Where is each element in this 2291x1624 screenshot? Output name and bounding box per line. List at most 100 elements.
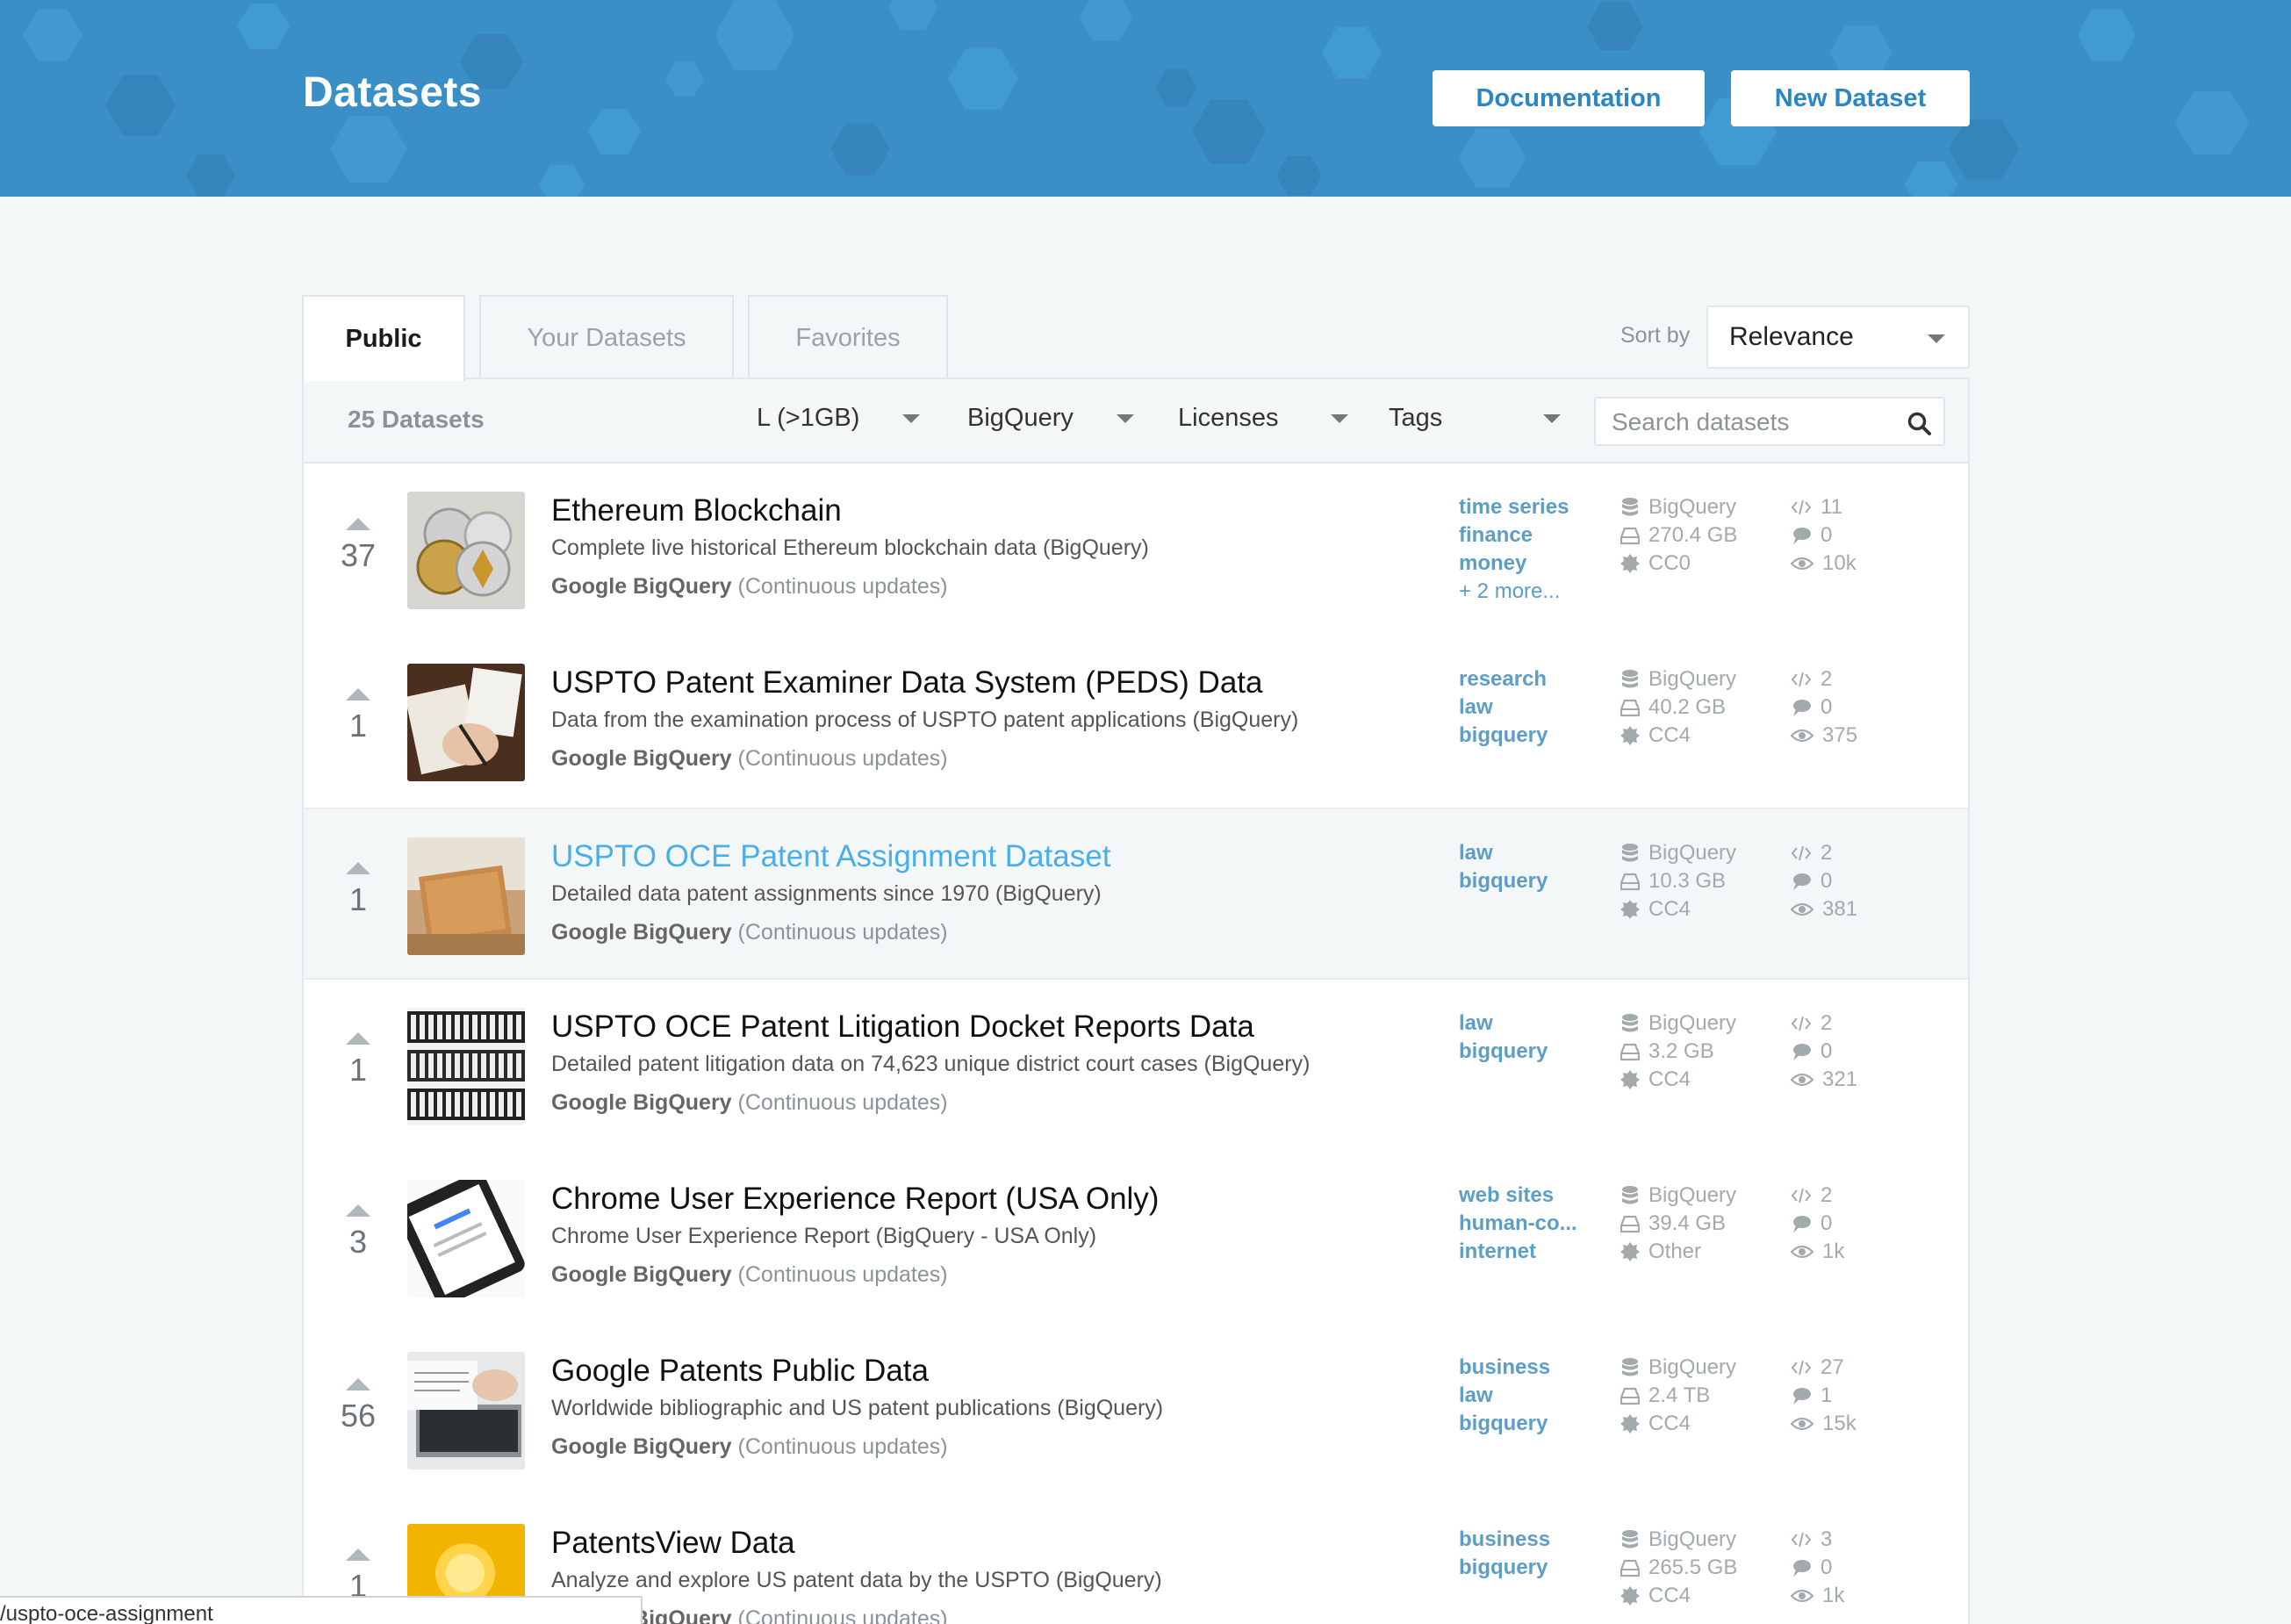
tag-link[interactable]: business [1459,1526,1591,1554]
chevron-down-icon [1331,414,1348,423]
update-frequency: (Continuous updates) [737,1090,948,1115]
tag-link[interactable]: finance [1459,521,1591,550]
tag-link[interactable]: law [1459,1010,1591,1038]
kernel-count[interactable]: 27 [1791,1354,1914,1382]
search-input[interactable]: Search datasets [1594,397,1945,446]
tags-filter[interactable]: Tags [1389,404,1561,433]
comment-count[interactable]: 0 [1791,867,1914,895]
dataset-thumbnail[interactable] [407,1180,525,1297]
dataset-owner[interactable]: Google BigQuery [551,1090,732,1115]
dataset-owner[interactable]: Google BigQuery [551,574,732,599]
tag-link[interactable]: time series [1459,493,1591,521]
dataset-row[interactable]: 3 Chrome User Experience Report (USA Only… [304,1152,1968,1324]
comment-count[interactable]: 1 [1791,1382,1914,1410]
dataset-size: 3.2 GB [1620,1038,1752,1066]
comment-count[interactable]: 0 [1791,1554,1914,1582]
dataset-thumbnail[interactable] [407,1008,525,1125]
more-tags-link[interactable]: + 2 more... [1459,578,1591,606]
dataset-owner[interactable]: Google BigQuery [551,1434,732,1459]
tag-link[interactable]: human-co... [1459,1210,1591,1238]
search-placeholder: Search datasets [1612,408,1790,435]
dataset-thumbnail[interactable] [407,1352,525,1470]
upvote-arrow-icon[interactable] [346,1549,370,1561]
comment-count[interactable]: 0 [1791,1210,1914,1238]
upvote-arrow-icon[interactable] [346,862,370,874]
sort-select[interactable]: Relevance [1706,305,1970,369]
tab-favorites[interactable]: Favorites [748,295,948,379]
tag-link[interactable]: internet [1459,1238,1591,1266]
dataset-row[interactable]: 1 USPTO Patent Examiner Data System (PEDS… [304,636,1968,808]
upvote-arrow-icon[interactable] [346,1378,370,1390]
kernel-count[interactable]: 2 [1791,1182,1914,1210]
tag-link[interactable]: web sites [1459,1182,1591,1210]
dataset-title[interactable]: Chrome User Experience Report (USA Only) [551,1182,1159,1217]
search-icon[interactable] [1907,411,1933,437]
upvote-button[interactable]: 56 [334,1378,383,1434]
comment-count[interactable]: 0 [1791,1038,1914,1066]
dataset-size: 39.4 GB [1620,1210,1752,1238]
tag-link[interactable]: bigquery [1459,1410,1591,1438]
dataset-row[interactable]: 56 Google Patents Public Data Worldwide bi… [304,1324,1968,1496]
dataset-owner[interactable]: Google BigQuery [551,1262,732,1287]
tag-link[interactable]: bigquery [1459,867,1591,895]
dataset-thumbnail[interactable] [407,837,525,955]
hexagon-shape [330,115,407,183]
tag-link[interactable]: research [1459,665,1591,693]
dataset-title[interactable]: PatentsView Data [551,1526,795,1561]
dataset-title[interactable]: Ethereum Blockchain [551,493,842,528]
tag-link[interactable]: bigquery [1459,1038,1591,1066]
upvote-arrow-icon[interactable] [346,518,370,530]
dataset-license: CC0 [1620,550,1752,578]
kernel-count[interactable]: 2 [1791,1010,1914,1038]
upvote-arrow-icon[interactable] [346,1032,370,1045]
tag-link[interactable]: bigquery [1459,1554,1591,1582]
page-header: Datasets Documentation New Dataset [0,0,2291,197]
hexagon-shape [105,75,176,136]
kernel-count[interactable]: 2 [1791,665,1914,693]
dataset-row[interactable]: 37 Ethereum Blockchain Complete live histo… [304,463,1968,636]
tab-your-datasets[interactable]: Your Datasets [479,295,734,379]
kernel-count[interactable]: 3 [1791,1526,1914,1554]
type-filter[interactable]: BigQuery [967,404,1134,433]
dataset-owner[interactable]: Google BigQuery [551,920,732,945]
code-icon [1791,1532,1812,1548]
update-frequency: (Continuous updates) [737,1262,948,1287]
tag-link[interactable]: law [1459,839,1591,867]
upvote-arrow-icon[interactable] [346,1204,370,1217]
tag-link[interactable]: law [1459,1382,1591,1410]
comment-count[interactable]: 0 [1791,521,1914,550]
upvote-arrow-icon[interactable] [346,688,370,701]
upvote-button[interactable]: 1 [334,862,383,918]
kernel-count[interactable]: 11 [1791,493,1914,521]
dataset-thumbnail[interactable] [407,492,525,609]
dataset-title[interactable]: USPTO OCE Patent Assignment Dataset [551,839,1110,874]
size-filter[interactable]: L (>1GB) [757,404,920,433]
dataset-row[interactable]: 1 USPTO OCE Patent Litigation Docket Repo… [304,980,1968,1152]
database-icon [1622,1014,1638,1032]
kernel-count[interactable]: 2 [1791,839,1914,867]
upvote-button[interactable]: 3 [334,1204,383,1261]
hexagon-shape [1459,129,1526,187]
licenses-filter[interactable]: Licenses [1178,404,1348,433]
dataset-license: Other [1620,1238,1752,1266]
tag-link[interactable]: money [1459,550,1591,578]
new-dataset-button[interactable]: New Dataset [1731,70,1970,126]
tag-link[interactable]: business [1459,1354,1591,1382]
tag-link[interactable]: bigquery [1459,722,1591,750]
view-count: 1k [1791,1582,1914,1610]
tag-link[interactable]: law [1459,693,1591,722]
dataset-meta: BigQuery 270.4 GB CC0 [1620,493,1752,578]
dataset-thumbnail[interactable] [407,664,525,781]
upvote-button[interactable]: 1 [334,688,383,744]
tags-filter-value: Tags [1389,404,1443,432]
dataset-row[interactable]: 1 USPTO OCE Patent Assignment Dataset Deta… [304,808,1968,980]
dataset-title[interactable]: Google Patents Public Data [551,1354,929,1389]
tab-public[interactable]: Public [302,295,465,381]
dataset-owner[interactable]: Google BigQuery [551,746,732,771]
upvote-button[interactable]: 37 [334,518,383,574]
upvote-button[interactable]: 1 [334,1032,383,1089]
comment-count[interactable]: 0 [1791,693,1914,722]
dataset-title[interactable]: USPTO Patent Examiner Data System (PEDS)… [551,665,1262,701]
dataset-title[interactable]: USPTO OCE Patent Litigation Docket Repor… [551,1010,1254,1045]
documentation-button[interactable]: Documentation [1433,70,1705,126]
